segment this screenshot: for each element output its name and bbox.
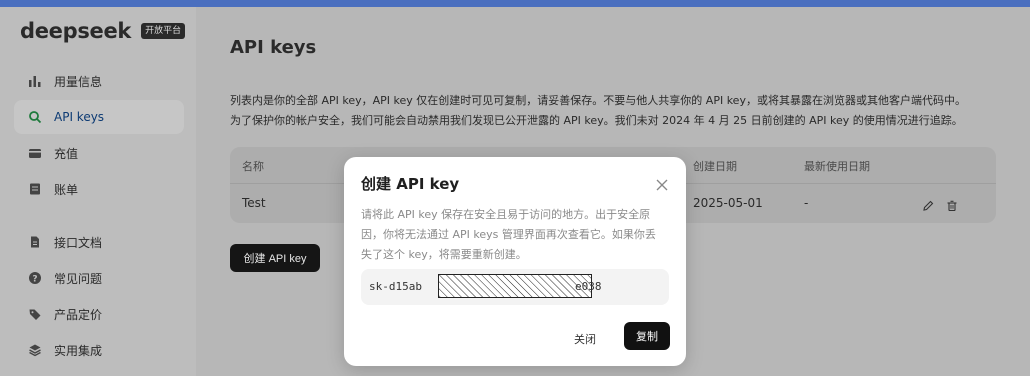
api-key-field[interactable]: sk-d15ab e038 [361,269,669,305]
close-icon[interactable] [656,176,668,191]
top-accent-bar [0,0,1030,7]
search-icon [28,110,42,124]
sidebar-item-bills[interactable]: 账单 [14,172,184,206]
edit-icon[interactable] [922,197,934,211]
sidebar-item-label: 账单 [54,182,79,197]
api-key-prefix: sk-d15ab [369,280,422,293]
platform-badge: 开放平台 [141,23,186,39]
sidebar-item-pricing[interactable]: 产品定价 [14,297,184,331]
sidebar-item-api-docs[interactable]: 接口文档 [14,225,184,259]
copy-button[interactable]: 复制 [624,322,670,350]
tag-icon [28,307,42,321]
create-api-key-button[interactable]: 创建 API key [230,244,320,272]
sidebar-item-label: 实用集成 [54,343,103,358]
dialog-message: 请将此 API key 保存在安全且易于访问的地方。出于安全原 因，你将无法通过… [361,205,673,265]
sidebar-item-recharge[interactable]: 充值 [14,136,184,170]
brand[interactable]: deepseek 开放平台 [20,19,186,43]
sidebar-item-label: 充值 [54,146,79,161]
created-date-cell: 2025-05-01 [693,196,763,210]
question-icon: ? [28,271,42,285]
key-name-cell: Test [242,196,266,210]
card-icon [28,146,42,160]
sidebar-item-api-keys[interactable]: API keys [14,100,184,134]
sidebar-item-label: 常见问题 [54,271,103,286]
redaction-mask [438,274,592,298]
description-line: 为了保护你的帐户安全，我们可能会自动禁用我们发现已公开泄露的 API key。我… [230,114,963,127]
sidebar-item-label: 产品定价 [54,307,103,322]
bill-icon [28,182,42,196]
document-icon [28,235,42,249]
last-used-cell: - [804,196,809,210]
sidebar-item-faq[interactable]: ? 常见问题 [14,261,184,295]
page-title: API keys [230,37,317,58]
column-header-last-used: 最新使用日期 [804,160,870,173]
sidebar-item-usage[interactable]: 用量信息 [14,64,184,98]
api-key-suffix: e038 [575,280,602,293]
delete-icon[interactable] [946,197,958,212]
bar-chart-icon [28,74,42,88]
dialog-message-line: 因，你将无法通过 API keys 管理界面再次查看它。如果你丢 [361,228,656,241]
sidebar-item-integrations[interactable]: 实用集成 [14,333,184,367]
brand-logo[interactable]: deepseek [20,19,131,43]
stack-icon [28,343,42,357]
dialog-title: 创建 API key [361,175,460,193]
dialog-message-line: 请将此 API key 保存在安全且易于访问的地方。出于安全原 [361,208,651,221]
sidebar-item-label: API keys [54,110,105,124]
description-line: 列表内是你的全部 API key，API key 仅在创建时可见可复制，请妥善保… [230,94,966,107]
column-header-name: 名称 [242,160,264,173]
column-header-created: 创建日期 [693,160,737,173]
sidebar-item-label: 接口文档 [54,235,103,250]
svg-text:?: ? [32,275,37,285]
create-key-dialog: 创建 API key 请将此 API key 保存在安全且易于访问的地方。出于安… [344,157,686,366]
close-button[interactable]: 关闭 [574,331,596,347]
page-description: 列表内是你的全部 API key，API key 仅在创建时可见可复制，请妥善保… [230,91,1020,131]
sidebar: deepseek 开放平台 用量信息 API keys 充值 账单 接口文档 ?… [0,7,196,376]
dialog-message-line: 失了这个 key，将需要重新创建。 [361,248,527,261]
sidebar-item-label: 用量信息 [54,74,103,89]
